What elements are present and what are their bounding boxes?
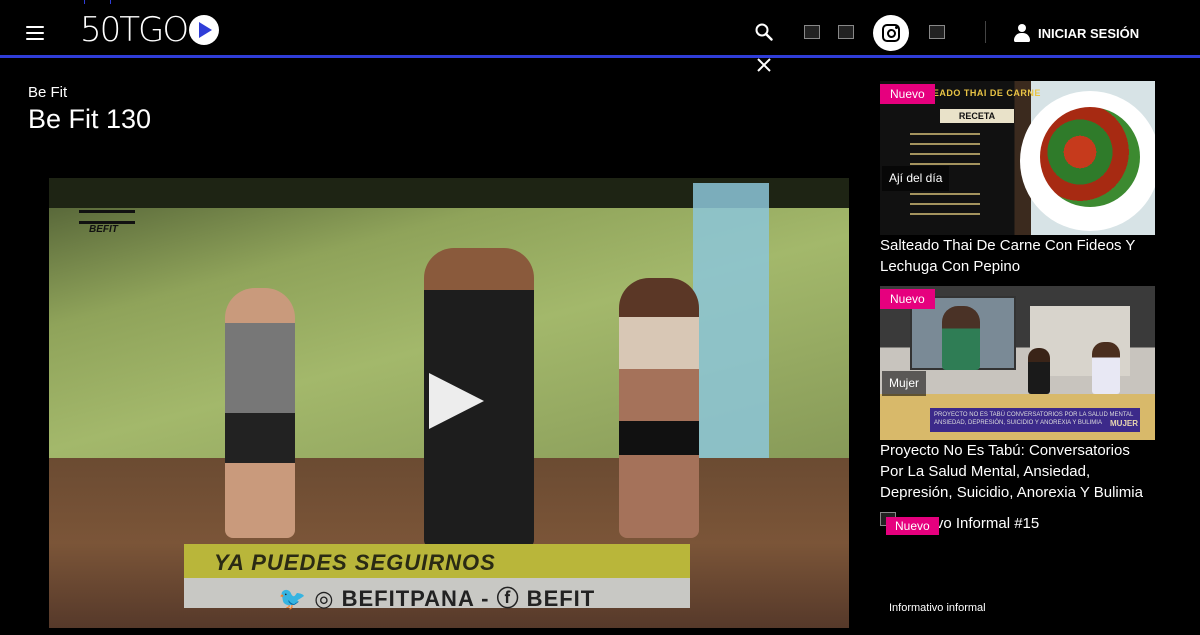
- show-name[interactable]: Be Fit: [28, 84, 67, 101]
- user-icon: [1014, 24, 1030, 42]
- login-button[interactable]: INICIAR SESIÓN: [1014, 22, 1139, 44]
- banner-line-2: 🐦 ◎ BEFITPANA - ⓕ BEFIT: [278, 586, 596, 611]
- related-video-card[interactable]: PROYECTO NO ES TABÚ CONVERSATORIOS POR L…: [880, 286, 1155, 501]
- card-title[interactable]: Proyecto No Es Tabú: Conversatorios Por …: [880, 440, 1155, 503]
- thumb-person: [942, 306, 980, 370]
- dumbbell-logo-icon: [79, 202, 139, 242]
- thumb-brand: MUJER: [1110, 419, 1139, 428]
- site-logo[interactable]: 50TGO: [80, 10, 220, 50]
- video-scene-stripe: [693, 183, 769, 473]
- social-image-icon[interactable]: [838, 25, 854, 39]
- video-person: [225, 288, 295, 538]
- video-banner: YA PUEDES SEGUIRNOS 🐦 ◎ BEFITPANA - ⓕ BE…: [184, 544, 690, 611]
- header-divider: [985, 21, 986, 43]
- social-image-icon[interactable]: [929, 25, 945, 39]
- new-badge: Nuevo: [880, 84, 935, 104]
- related-video-card[interactable]: ativo Informal #15 Nuevo Informativo inf…: [880, 512, 1155, 614]
- thumb-host: [1028, 348, 1050, 394]
- video-player[interactable]: BEFIT YA PUEDES SEGUIRNOS 🐦 ◎ BEFITPANA …: [49, 178, 849, 628]
- hamburger-menu-icon[interactable]: [26, 26, 44, 40]
- new-badge: Nuevo: [886, 517, 939, 535]
- category-label: Ají del día: [882, 166, 950, 191]
- logo-play-icon: [189, 15, 220, 45]
- social-image-icon[interactable]: [804, 25, 820, 39]
- close-icon[interactable]: [756, 57, 772, 73]
- episode-title: Be Fit 130: [28, 104, 152, 134]
- video-person: [619, 278, 699, 538]
- video-thumbnail[interactable]: SALTEADO THAI DE CARNE RECETA Nuevo Ají …: [880, 81, 1155, 235]
- top-navigation-bar: 50TGO INICIAR SESIÓN: [0, 0, 1200, 58]
- logo-text: 50TGO: [80, 10, 189, 50]
- new-badge: Nuevo: [880, 289, 935, 309]
- thumb-lower-third-text: PROYECTO NO ES TABÚ CONVERSATORIOS POR L…: [934, 412, 1134, 426]
- thumb-label: RECETA: [940, 109, 1014, 123]
- banner-line-1: YA PUEDES SEGUIRNOS: [214, 550, 496, 575]
- play-icon[interactable]: [429, 373, 484, 429]
- related-video-card[interactable]: SALTEADO THAI DE CARNE RECETA Nuevo Ají …: [880, 81, 1155, 275]
- video-thumbnail[interactable]: PROYECTO NO ES TABÚ CONVERSATORIOS POR L…: [880, 286, 1155, 440]
- search-icon[interactable]: [755, 23, 773, 41]
- food-image: [1040, 107, 1140, 207]
- category-label: Mujer: [882, 371, 927, 396]
- instagram-icon[interactable]: [873, 15, 909, 51]
- category-label: Informativo informal: [889, 602, 986, 614]
- login-label: INICIAR SESIÓN: [1038, 25, 1140, 41]
- video-overlay-logo: BEFIT: [89, 224, 118, 235]
- card-title[interactable]: Salteado Thai De Carne Con Fideos Y Lech…: [880, 235, 1155, 277]
- thumb-host: [1092, 342, 1120, 394]
- top-decor: [80, 0, 120, 4]
